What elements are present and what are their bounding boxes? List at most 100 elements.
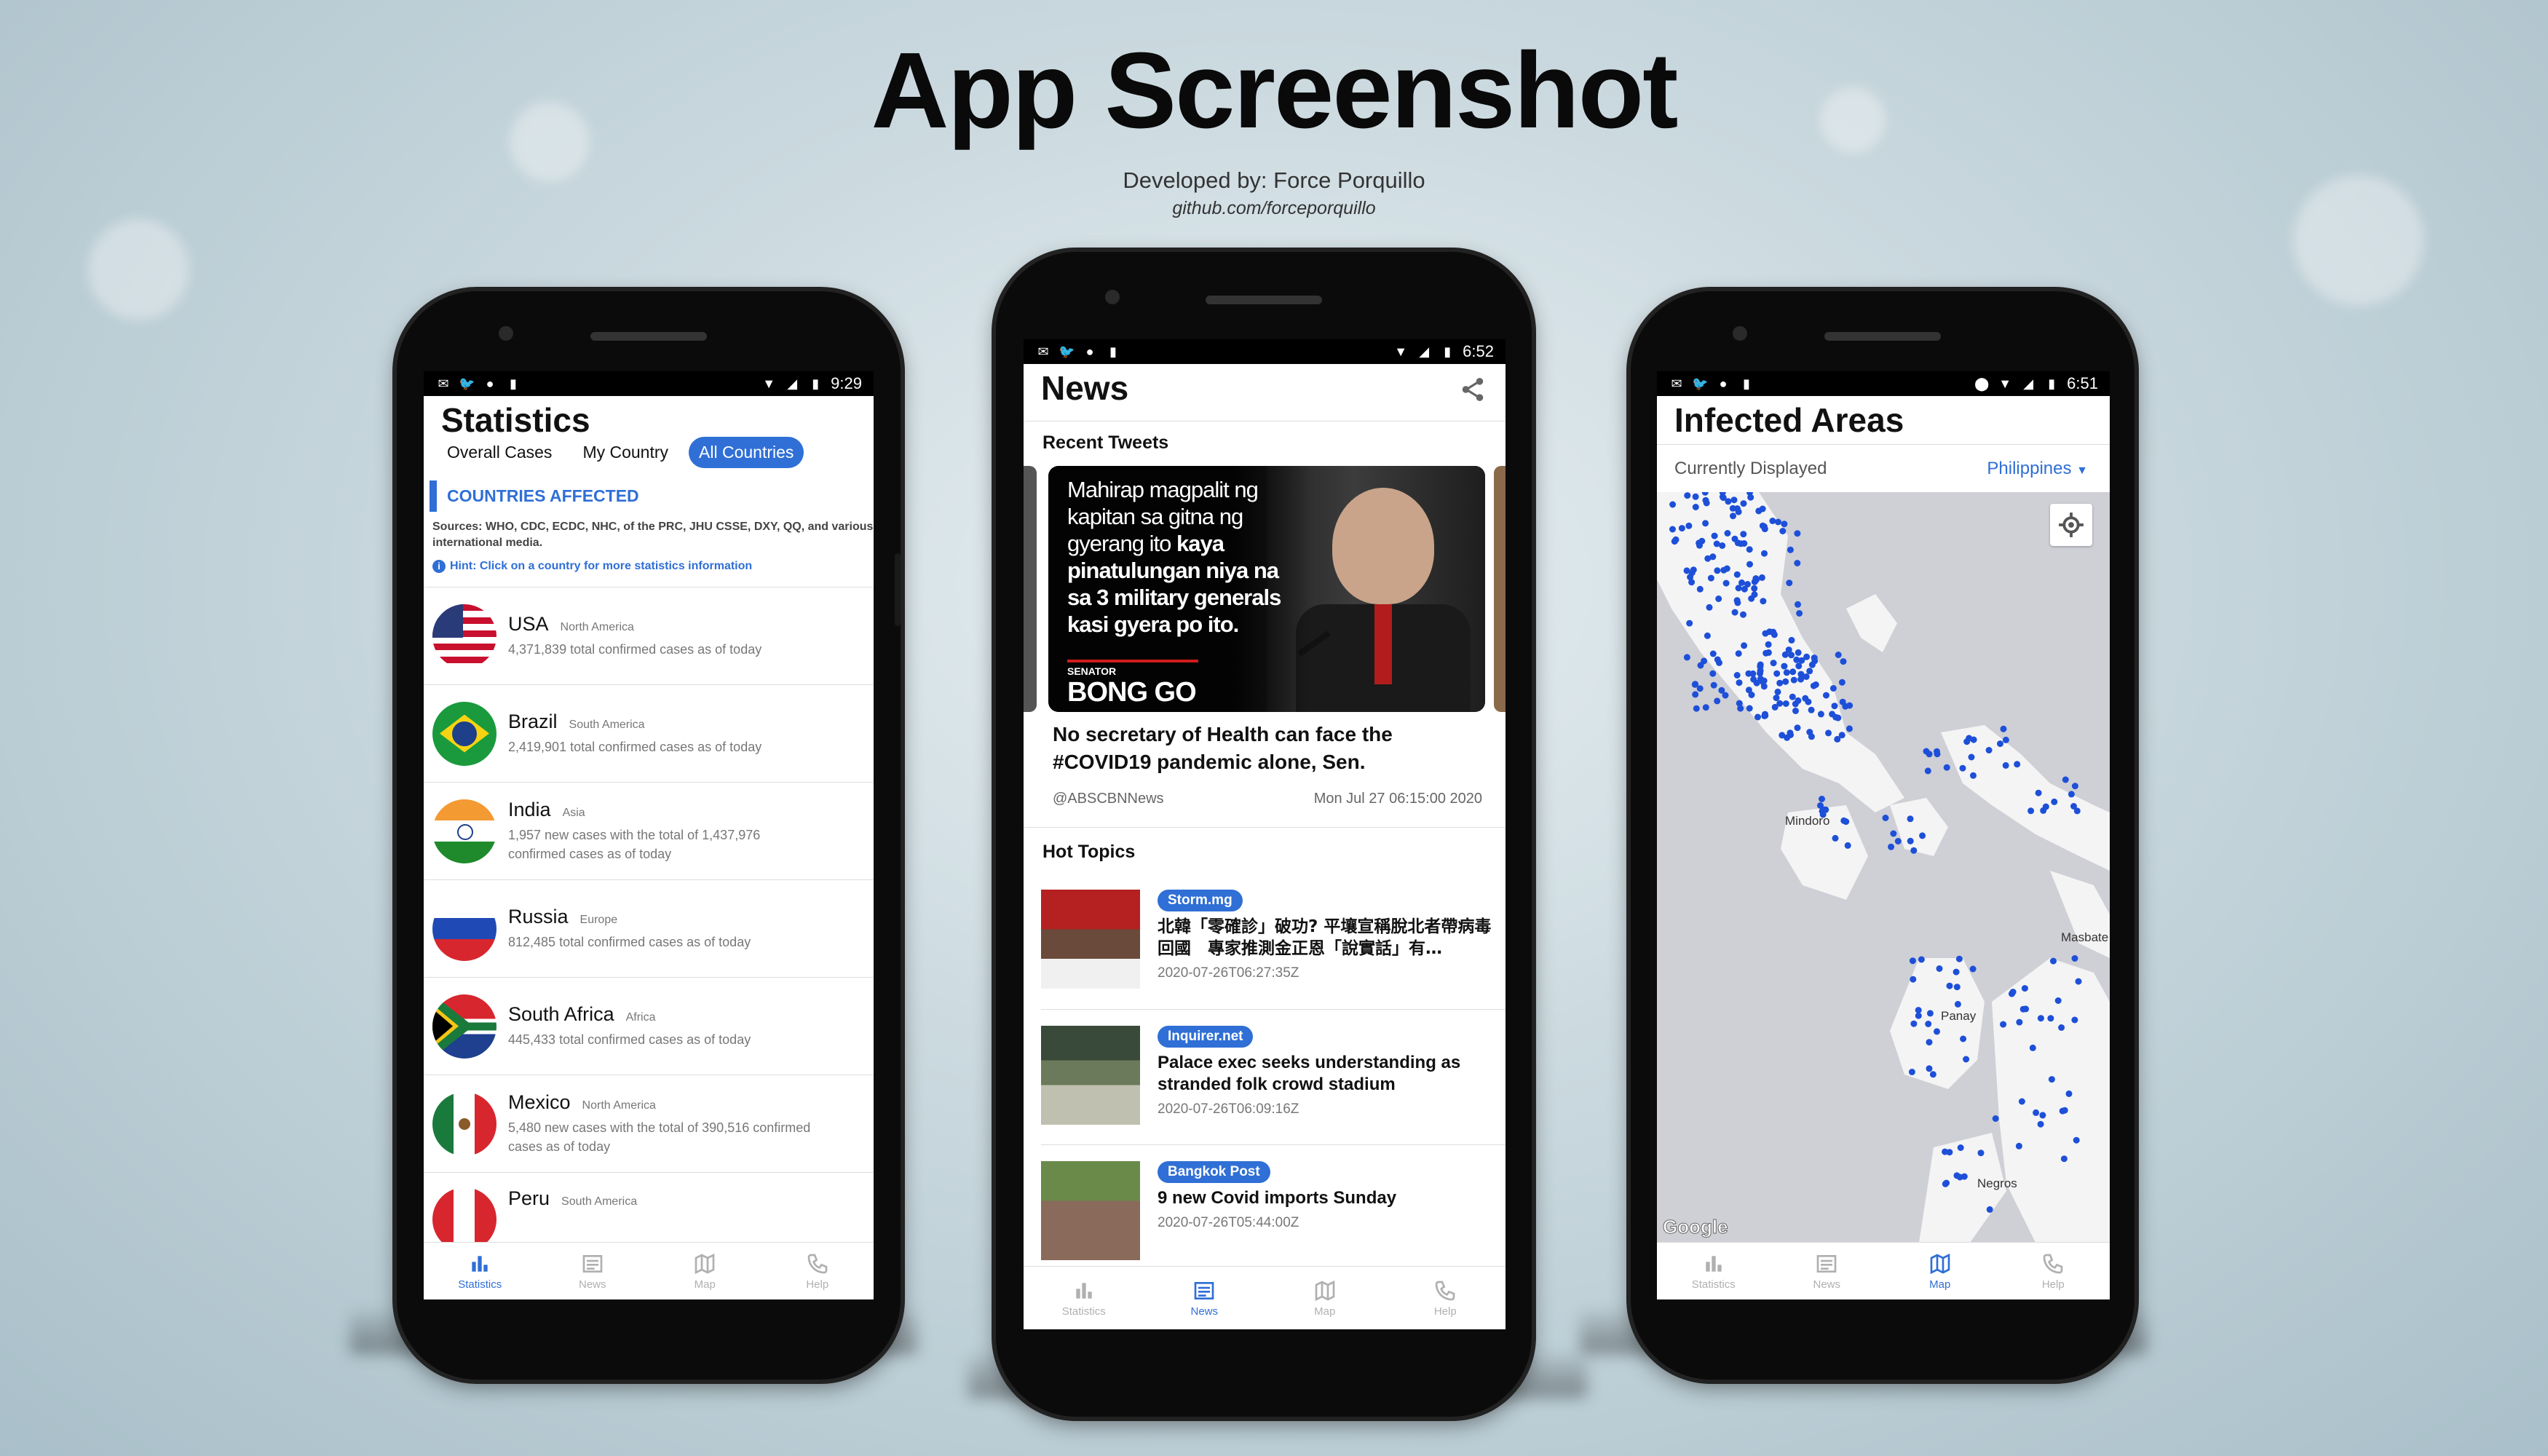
infection-dot[interactable] bbox=[1738, 579, 1745, 586]
infection-dot[interactable] bbox=[1992, 1115, 1999, 1122]
infection-dot[interactable] bbox=[1787, 546, 1794, 553]
infection-dot[interactable] bbox=[1929, 1071, 1936, 1078]
infection-dot[interactable] bbox=[1696, 585, 1704, 593]
next-tweet-card[interactable] bbox=[1494, 466, 1506, 712]
infection-dot[interactable] bbox=[1802, 695, 1809, 702]
infection-dot[interactable] bbox=[1706, 604, 1713, 611]
infection-dot[interactable] bbox=[1890, 830, 1897, 837]
infection-dot[interactable] bbox=[1781, 521, 1788, 528]
infection-dot[interactable] bbox=[1806, 668, 1813, 675]
infection-dot[interactable] bbox=[1844, 842, 1851, 849]
nav-statistics[interactable]: Statistics bbox=[1657, 1243, 1770, 1299]
infection-dot[interactable] bbox=[1797, 676, 1805, 683]
infection-dot[interactable] bbox=[2050, 957, 2057, 965]
infection-dot[interactable] bbox=[1961, 1173, 1968, 1180]
nav-news[interactable]: News bbox=[1770, 1243, 1884, 1299]
infection-dot[interactable] bbox=[1942, 1180, 1949, 1187]
infection-dot[interactable] bbox=[1752, 575, 1760, 582]
infection-dot[interactable] bbox=[2051, 798, 2058, 805]
infection-dot[interactable] bbox=[1740, 531, 1747, 538]
infection-dot[interactable] bbox=[1834, 735, 1841, 743]
infection-dot[interactable] bbox=[1894, 838, 1902, 844]
infection-dot[interactable] bbox=[1829, 685, 1837, 692]
infection-dot[interactable] bbox=[1997, 740, 2003, 748]
infection-dot[interactable] bbox=[1825, 729, 1832, 737]
infection-dot[interactable] bbox=[1735, 650, 1742, 657]
infection-dot[interactable] bbox=[2002, 761, 2009, 769]
infection-dot[interactable] bbox=[1757, 667, 1764, 674]
infection-dot[interactable] bbox=[1704, 555, 1712, 562]
infection-dot[interactable] bbox=[1942, 1148, 1949, 1155]
infection-dot[interactable] bbox=[1761, 550, 1768, 557]
infection-dot[interactable] bbox=[1794, 724, 1801, 732]
tab-all-countries[interactable]: All Countries bbox=[689, 437, 804, 468]
infection-dot[interactable] bbox=[1741, 642, 1748, 649]
infection-dot[interactable] bbox=[1696, 539, 1703, 547]
infection-dot[interactable] bbox=[2018, 1098, 2025, 1105]
country-selector[interactable]: Philippines ▼ bbox=[1987, 459, 2088, 479]
tab-my-country[interactable]: My Country bbox=[572, 437, 678, 468]
infection-dot[interactable] bbox=[2071, 1016, 2078, 1024]
nav-news[interactable]: News bbox=[537, 1243, 649, 1299]
infection-dot[interactable] bbox=[1709, 670, 1717, 677]
infection-dot[interactable] bbox=[1707, 574, 1714, 582]
infection-dot[interactable] bbox=[1755, 507, 1762, 515]
infection-dot[interactable] bbox=[1831, 703, 1838, 710]
infection-dot[interactable] bbox=[1761, 526, 1768, 533]
infection-dot[interactable] bbox=[2000, 1021, 2007, 1028]
infection-dot[interactable] bbox=[1953, 984, 1961, 991]
infection-dot[interactable] bbox=[1746, 546, 1753, 553]
infection-dot[interactable] bbox=[2033, 1109, 2040, 1116]
infection-dot[interactable] bbox=[1774, 688, 1781, 695]
infection-dot[interactable] bbox=[1731, 535, 1738, 542]
infection-dot[interactable] bbox=[1730, 513, 1736, 520]
infection-dot[interactable] bbox=[1684, 492, 1691, 499]
infection-dot[interactable] bbox=[1715, 596, 1722, 602]
infection-dot[interactable] bbox=[1714, 697, 1721, 705]
infection-dot[interactable] bbox=[1835, 714, 1842, 721]
infection-dot[interactable] bbox=[1926, 1010, 1934, 1017]
infection-dot[interactable] bbox=[1957, 1144, 1964, 1151]
infection-dot[interactable] bbox=[2065, 1090, 2073, 1097]
news-item[interactable]: Bangkok Post 9 new Covid imports Sunday … bbox=[1041, 1144, 1506, 1280]
infection-dot[interactable] bbox=[1760, 598, 1767, 605]
infection-dot[interactable] bbox=[2073, 1136, 2080, 1144]
infection-dot[interactable] bbox=[1711, 532, 1718, 539]
infection-dot[interactable] bbox=[1926, 1039, 1933, 1046]
infection-dot[interactable] bbox=[1888, 843, 1895, 850]
infection-dot[interactable] bbox=[1692, 691, 1699, 698]
tab-overall-cases[interactable]: Overall Cases bbox=[437, 437, 562, 468]
infection-dot[interactable] bbox=[1934, 1028, 1940, 1035]
infection-dot[interactable] bbox=[1788, 636, 1795, 644]
infection-dot[interactable] bbox=[1776, 679, 1784, 687]
infection-dot[interactable] bbox=[1693, 705, 1700, 712]
infection-dot[interactable] bbox=[1926, 751, 1933, 758]
infected-areas-map[interactable]: Mindoro Masbate Panay Negros Google bbox=[1657, 492, 2110, 1243]
infection-dot[interactable] bbox=[1817, 711, 1824, 718]
infection-dot[interactable] bbox=[1781, 651, 1789, 658]
infection-dot[interactable] bbox=[2054, 997, 2062, 1004]
infection-dot[interactable] bbox=[1779, 732, 1786, 739]
infection-dot[interactable] bbox=[1840, 817, 1848, 824]
infection-dot[interactable] bbox=[2048, 1076, 2055, 1083]
infection-dot[interactable] bbox=[2014, 761, 2021, 768]
nav-news[interactable]: News bbox=[1144, 1267, 1265, 1329]
infection-dot[interactable] bbox=[1730, 496, 1738, 504]
infection-dot[interactable] bbox=[2009, 989, 2017, 996]
infection-dot[interactable] bbox=[1750, 676, 1757, 683]
share-icon[interactable] bbox=[1459, 376, 1487, 403]
infection-dot[interactable] bbox=[1762, 711, 1768, 718]
infection-dot[interactable] bbox=[1926, 1065, 1933, 1072]
infection-dot[interactable] bbox=[1919, 832, 1926, 839]
news-item[interactable]: Inquirer.net Palace exec seeks understan… bbox=[1041, 1009, 1506, 1144]
infection-dot[interactable] bbox=[1672, 536, 1679, 543]
infection-dot[interactable] bbox=[2061, 1107, 2068, 1114]
infection-dot[interactable] bbox=[1943, 764, 1950, 771]
nav-map[interactable]: Map bbox=[649, 1243, 761, 1299]
infection-dot[interactable] bbox=[1952, 968, 1960, 976]
nav-statistics[interactable]: Statistics bbox=[1024, 1267, 1144, 1329]
infection-dot[interactable] bbox=[1687, 574, 1694, 581]
infection-dot[interactable] bbox=[1963, 1056, 1970, 1063]
infection-dot[interactable] bbox=[1959, 764, 1966, 772]
infection-dot[interactable] bbox=[2040, 807, 2047, 814]
